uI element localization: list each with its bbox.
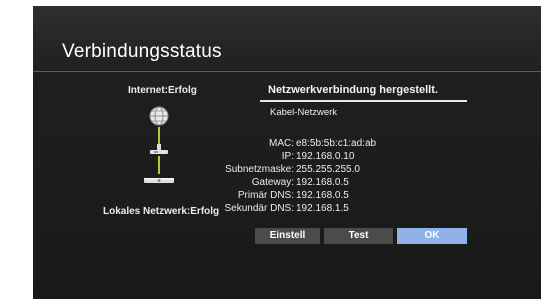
status-divider <box>260 100 467 102</box>
info-label: Subnetzmaske: <box>225 164 294 175</box>
test-button[interactable]: Test <box>324 228 393 244</box>
ok-button[interactable]: OK <box>397 228 467 244</box>
info-row-ip: IP: 192.168.0.10 <box>260 151 500 163</box>
info-label: Gateway: <box>251 177 294 188</box>
local-network-status-label: Lokales Netzwerk:Erfolg <box>103 206 220 217</box>
connection-type-label: Kabel-Netzwerk <box>270 107 338 118</box>
info-value: 192.168.0.5 <box>296 177 349 188</box>
router-icon <box>150 144 168 154</box>
info-row-gateway: Gateway: 192.168.0.5 <box>252 177 500 189</box>
tv-icon <box>144 178 174 183</box>
info-value: 192.168.0.10 <box>296 151 355 162</box>
internet-status-label: Internet:Erfolg <box>128 85 197 96</box>
info-row-secondary-dns: Sekundär DNS: 192.168.1.5 <box>225 203 500 215</box>
info-value: 192.168.1.5 <box>296 203 349 214</box>
info-value: 255.255.255.0 <box>296 164 360 175</box>
info-row-subnet: Subnetzmaske: 255.255.255.0 <box>225 164 500 176</box>
header-divider <box>33 71 541 72</box>
info-label: IP: <box>281 151 294 162</box>
page-title: Verbindungsstatus <box>62 41 222 62</box>
connection-diagram <box>144 106 174 183</box>
info-label: Sekundär DNS: <box>224 203 294 214</box>
settings-button[interactable]: Einstell <box>255 228 320 244</box>
info-label: Primär DNS: <box>237 190 294 201</box>
info-value: e8:5b:5b:c1:ad:ab <box>296 138 377 149</box>
globe-icon <box>149 106 169 126</box>
info-row-primary-dns: Primär DNS: 192.168.0.5 <box>238 190 500 202</box>
info-row-mac: MAC: e8:5b:5b:c1:ad:ab <box>260 138 500 150</box>
info-label: MAC: <box>269 138 294 149</box>
info-value: 192.168.0.5 <box>296 190 349 201</box>
connection-status-heading: Netzwerkverbindung hergestellt. <box>268 84 438 96</box>
